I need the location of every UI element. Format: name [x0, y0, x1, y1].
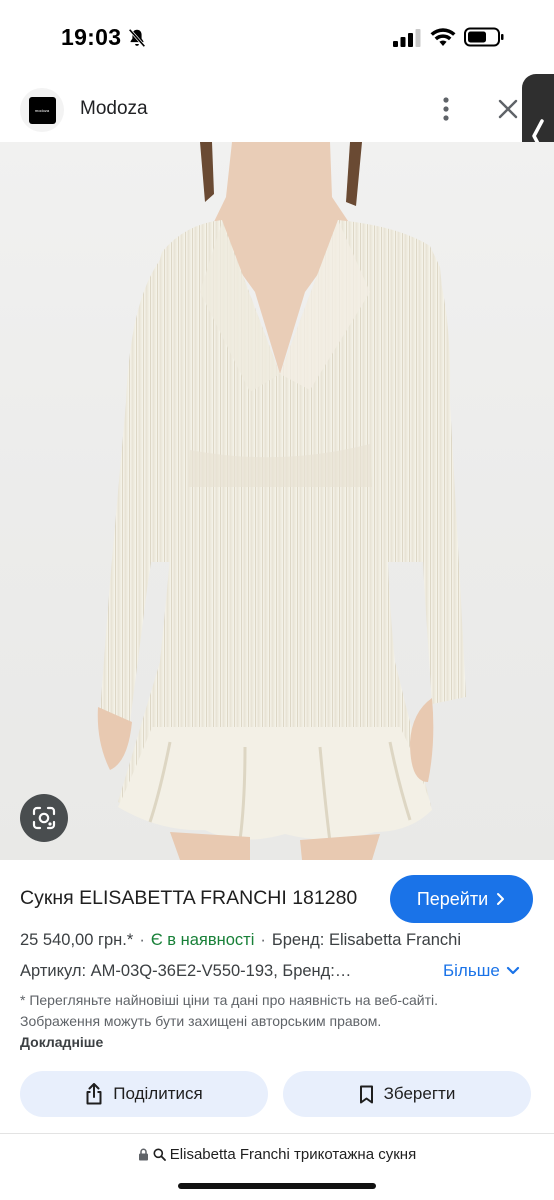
address-bar-text: Elisabetta Franchi трикотажна сукня: [169, 1146, 417, 1163]
share-button-label: Поділитися: [113, 1084, 203, 1103]
address-bar[interactable]: Elisabetta Franchi трикотажна сукня: [0, 1146, 554, 1163]
share-button[interactable]: Поділитися: [20, 1071, 268, 1117]
disclaimer: * Перегляньте найновіші ціни та дані про…: [20, 990, 460, 1053]
lens-button[interactable]: [20, 794, 68, 842]
source-name[interactable]: Modoza: [80, 98, 148, 120]
product-brand: Бренд: Elisabetta Franchi: [271, 931, 462, 949]
dress-photo: [97, 142, 466, 860]
more-link-label: Більше: [443, 961, 500, 980]
save-button-label: Зберегти: [383, 1084, 456, 1103]
signal-icon: [393, 29, 421, 47]
visit-button-label: Перейти: [416, 888, 489, 909]
product-price: 25 540,00 грн.*: [20, 931, 134, 949]
source-header: modoza Modoza: [0, 80, 554, 142]
stock-status: Є в наявності: [150, 931, 255, 949]
home-indicator[interactable]: [178, 1183, 376, 1189]
disclaimer-text: * Перегляньте найновіші ціни та дані про…: [20, 992, 439, 1029]
lens-icon: [32, 806, 56, 830]
lock-icon: [138, 1148, 148, 1161]
source-logo-mark: modoza: [28, 96, 56, 124]
chevron-right-icon: [497, 893, 505, 905]
more-vert-icon[interactable]: [432, 94, 460, 124]
bell-slash-icon: [128, 28, 146, 48]
chevron-down-icon: [506, 966, 519, 975]
source-logo[interactable]: modoza: [20, 88, 64, 132]
product-image[interactable]: [0, 142, 554, 860]
details-link[interactable]: Докладніше: [20, 1034, 103, 1050]
product-article: Артикул: AM-03Q-36E2-V550-193, Бренд:…: [20, 962, 352, 980]
bookmark-icon: [359, 1085, 373, 1103]
product-title: Сукня ELISABETTA FRANCHI 181280: [20, 887, 358, 909]
wifi-icon: [430, 28, 456, 46]
more-link[interactable]: Більше: [443, 961, 520, 981]
search-icon: [153, 1148, 166, 1161]
divider: [0, 1133, 554, 1134]
visit-button[interactable]: Перейти: [390, 875, 533, 923]
share-icon: [86, 1083, 102, 1105]
product-meta: 25 540,00 грн.* · Є в наявності · Бренд: Eli…: [20, 931, 462, 949]
battery-icon: [464, 27, 504, 47]
close-icon[interactable]: [494, 94, 522, 124]
status-time: 19:03: [61, 24, 122, 50]
save-button[interactable]: Зберегти: [283, 1071, 531, 1117]
status-bar: 19:03: [0, 0, 554, 74]
